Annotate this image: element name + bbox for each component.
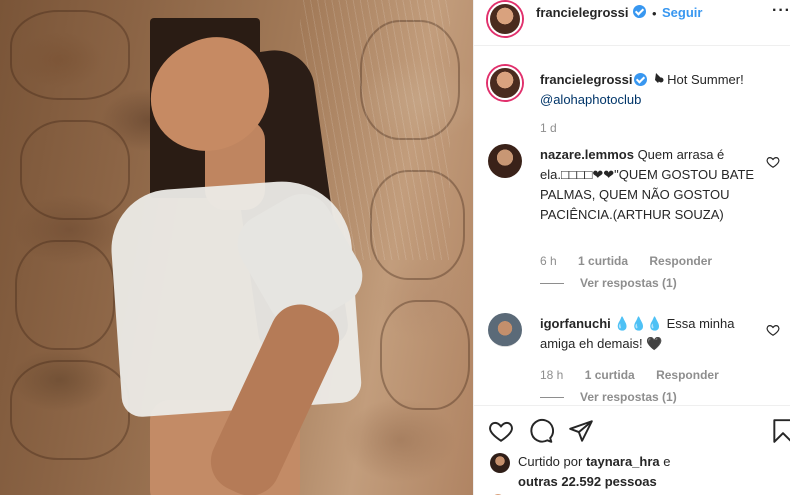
verified-icon [633,5,646,18]
caption-body: Hot Summer! [667,72,744,87]
liker-username[interactable]: taynara_hra [586,454,660,469]
comment-username[interactable]: igorfanuchi [540,316,611,331]
photo-detail [15,240,115,350]
separator-dot: • [652,6,657,21]
commenter-avatar[interactable] [488,144,522,178]
likes-and: e [663,454,671,469]
comment-meta: 18 h 1 curtida Responder [540,368,737,382]
sun-emoji-icon [655,73,664,83]
heart-icon[interactable] [488,418,514,444]
photo-detail [10,360,130,460]
replies-line [540,397,564,399]
view-replies-label: Ver respostas (1) [580,276,677,290]
likes-prefix: Curtido por [518,454,583,469]
likes-text: Curtido por taynara_hra e outras 22.592 … [518,452,788,492]
caption-text: francielegrossi Hot Summer! @alohaphotoc… [540,70,780,110]
post-header: francielegrossi • Seguir ··· [474,0,790,46]
reply-button[interactable]: Responder [649,254,712,268]
photo-detail [10,10,130,100]
comment-username[interactable]: nazare.lemmos [540,147,634,162]
photo-detail [20,120,130,220]
comment-time[interactable]: 18 h [540,368,563,382]
verified-icon [633,73,647,86]
caption-username[interactable]: francielegrossi [540,72,633,87]
view-replies-button[interactable]: Ver respostas (1) [540,276,677,290]
caption-mention[interactable]: @alohaphotoclub [540,92,641,107]
comment-time[interactable]: 6 h [540,254,557,268]
share-icon[interactable] [568,418,594,444]
reply-button[interactable]: Responder [656,368,719,382]
post-photo[interactable] [0,0,473,495]
comment-text: igorfanuchi 💧💧💧 Essa minha amiga eh dema… [540,314,765,354]
comment-likes[interactable]: 1 curtida [585,368,635,382]
comment-meta: 6 h 1 curtida Responder [540,254,730,268]
post-actions: Curtido por taynara_hra e outras 22.592 … [474,405,790,495]
like-comment-heart-icon[interactable] [766,323,780,337]
like-comment-heart-icon[interactable] [766,155,780,169]
caption-avatar[interactable] [488,66,522,100]
author-avatar[interactable] [488,2,522,36]
photo-detail [380,300,470,410]
more-icon[interactable]: ··· [772,2,790,20]
author-username[interactable]: francielegrossi [536,5,629,20]
liker-avatar[interactable] [490,453,510,473]
follow-button[interactable]: Seguir [662,5,702,20]
view-replies-button[interactable]: Ver respostas (1) [540,390,677,404]
comment-likes[interactable]: 1 curtida [578,254,628,268]
commenter-avatar[interactable] [488,313,522,347]
caption-time[interactable]: 1 d [540,121,557,135]
comment-icon[interactable] [528,418,554,444]
post-side-panel: francielegrossi • Seguir ··· francielegr… [473,0,790,495]
bookmark-icon[interactable] [770,418,790,444]
replies-line [540,283,564,285]
view-replies-label: Ver respostas (1) [580,390,677,404]
comment-text: nazare.lemmos Quem arrasa é ela.□□□□❤❤"Q… [540,145,765,225]
likes-others[interactable]: outras 22.592 pessoas [518,474,657,489]
